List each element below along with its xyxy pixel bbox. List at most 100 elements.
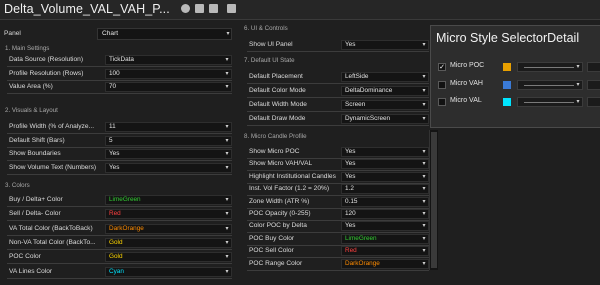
trash-icon[interactable]	[227, 4, 236, 13]
chevron-down-icon[interactable]: ▾	[421, 246, 427, 256]
chevron-down-icon[interactable]: ▾	[224, 55, 230, 65]
setting-value: DarkOrange	[345, 259, 380, 267]
width-field[interactable]	[587, 79, 600, 90]
chevron-down-icon[interactable]: ▾	[421, 40, 427, 50]
setting-value-field[interactable]: Yes	[341, 147, 429, 157]
panel-select[interactable]: Chart	[97, 28, 232, 40]
chevron-down-icon[interactable]: ▾	[421, 221, 427, 231]
setting-label: POC Color	[9, 253, 41, 261]
chevron-down-icon[interactable]: ▾	[421, 259, 427, 269]
setting-value-field[interactable]: 11	[105, 122, 232, 132]
setting-value-field[interactable]: 70	[105, 82, 232, 92]
setting-value-field[interactable]: Gold	[105, 252, 232, 263]
setting-value-field[interactable]: 120	[341, 209, 429, 219]
setting-value-field[interactable]: Yes	[105, 149, 232, 159]
chevron-down-icon[interactable]: ▾	[421, 159, 427, 169]
chevron-down-icon[interactable]: ▾	[421, 209, 427, 219]
setting-value-field[interactable]: Yes	[341, 171, 429, 182]
chevron-down-icon[interactable]: ▾	[421, 86, 427, 96]
chevron-down-icon[interactable]: ▾	[421, 234, 427, 244]
setting-value-field[interactable]: TickData	[105, 55, 232, 65]
setting-value-field[interactable]: Yes	[341, 40, 429, 50]
setting-value-field[interactable]: LimeGreen	[341, 233, 429, 244]
setting-value-field[interactable]: Cyan	[105, 266, 232, 277]
setting-value-field[interactable]: LeftSide	[341, 72, 429, 82]
checkbox[interactable]	[438, 98, 446, 106]
chevron-down-icon[interactable]: ▾	[421, 172, 427, 182]
micro-style-row[interactable]: ✓ Micro POC ▾	[431, 59, 600, 75]
chevron-down-icon[interactable]: ▾	[224, 195, 230, 205]
checked-checkbox[interactable]: ✓	[438, 63, 446, 71]
section-title: 6. UI & Controls	[244, 25, 288, 32]
setting-value-field[interactable]: DarkOrange	[105, 223, 232, 234]
setting-value: DynamicScreen	[345, 115, 391, 122]
chevron-down-icon[interactable]: ▾	[421, 184, 427, 194]
micro-style-row[interactable]: Micro VAL ▾	[431, 94, 600, 110]
chevron-down-icon[interactable]: ▾	[224, 163, 230, 173]
chevron-down-icon[interactable]: ▾	[421, 114, 427, 124]
setting-label: Highlight Institutional Candles	[249, 172, 336, 180]
setting-value: LeftSide	[345, 73, 369, 80]
chevron-down-icon[interactable]: ▾	[224, 82, 230, 92]
micro-style-row[interactable]: Micro VAH ▾	[431, 77, 600, 93]
setting-value: Screen	[345, 101, 366, 108]
color-swatch[interactable]	[503, 98, 511, 106]
setting-value: Yes	[109, 150, 120, 157]
setting-value-field[interactable]: DeltaDominance	[341, 86, 429, 96]
section-title: 7. Default UI State	[244, 57, 295, 64]
chevron-down-icon[interactable]: ▾	[574, 98, 582, 106]
chevron-down-icon[interactable]: ▾	[224, 69, 230, 79]
setting-value-field[interactable]: 1.2	[341, 184, 429, 195]
setting-value-field[interactable]: DynamicScreen	[341, 114, 429, 124]
setting-value-field[interactable]: Yes	[341, 221, 429, 232]
window-icon[interactable]	[209, 4, 218, 13]
chevron-down-icon[interactable]: ▾	[421, 147, 427, 157]
chevron-down-icon[interactable]: ▾	[224, 136, 230, 146]
style-slider[interactable]: ▾	[517, 97, 583, 107]
chevron-down-icon[interactable]: ▾	[224, 252, 230, 262]
setting-value-field[interactable]: Red	[341, 246, 429, 257]
chevron-down-icon[interactable]: ▾	[421, 197, 427, 207]
setting-label: Default Color Mode	[249, 87, 306, 94]
section-title: 2. Visuals & Layout	[5, 107, 58, 114]
micro-panel-title: Micro Style SelectorDetail	[436, 31, 580, 45]
setting-value-field[interactable]: 100	[105, 68, 232, 79]
setting-value-field[interactable]: Yes	[341, 159, 429, 170]
chevron-down-icon[interactable]: ▾	[224, 149, 230, 159]
chevron-down-icon[interactable]: ▾	[421, 100, 427, 110]
chevron-down-icon[interactable]: ▾	[224, 238, 230, 248]
style-slider[interactable]: ▾	[517, 62, 583, 72]
width-field[interactable]	[587, 97, 600, 107]
chevron-down-icon[interactable]: ▾	[224, 122, 230, 132]
setting-value-field[interactable]: 5	[105, 135, 232, 146]
setting-value-field[interactable]: Screen	[341, 100, 429, 110]
row-divider	[7, 93, 232, 94]
info-icon[interactable]	[181, 4, 190, 13]
scrollbar[interactable]	[429, 130, 438, 270]
color-swatch[interactable]	[503, 80, 511, 89]
setting-value: DarkOrange	[109, 224, 144, 232]
scrollbar-thumb[interactable]	[431, 132, 437, 268]
row-divider	[247, 51, 429, 52]
chevron-down-icon[interactable]: ▾	[574, 81, 582, 89]
chevron-down-icon[interactable]: ▾	[224, 267, 230, 277]
panel-select-value: Chart	[102, 30, 119, 37]
checkbox[interactable]	[438, 80, 446, 89]
chevron-down-icon[interactable]: ▾	[225, 29, 231, 39]
chevron-down-icon[interactable]: ▾	[224, 209, 230, 219]
style-slider[interactable]: ▾	[517, 79, 583, 90]
setting-value-field[interactable]: DarkOrange	[341, 258, 429, 269]
color-swatch[interactable]	[503, 63, 511, 71]
setting-value-field[interactable]: Yes	[105, 162, 232, 173]
setting-value-field[interactable]: LimeGreen	[105, 195, 232, 205]
window-icon[interactable]	[195, 4, 204, 13]
row-divider	[247, 111, 429, 112]
chevron-down-icon[interactable]: ▾	[574, 63, 582, 71]
width-field[interactable]	[587, 62, 600, 72]
setting-value-field[interactable]: 0.15	[341, 196, 429, 207]
setting-label: Non-VA Total Color (BackTo...	[9, 238, 96, 246]
setting-value-field[interactable]: Red	[105, 209, 232, 220]
setting-value-field[interactable]: Gold	[105, 237, 232, 248]
chevron-down-icon[interactable]: ▾	[421, 72, 427, 82]
chevron-down-icon[interactable]: ▾	[224, 224, 230, 234]
